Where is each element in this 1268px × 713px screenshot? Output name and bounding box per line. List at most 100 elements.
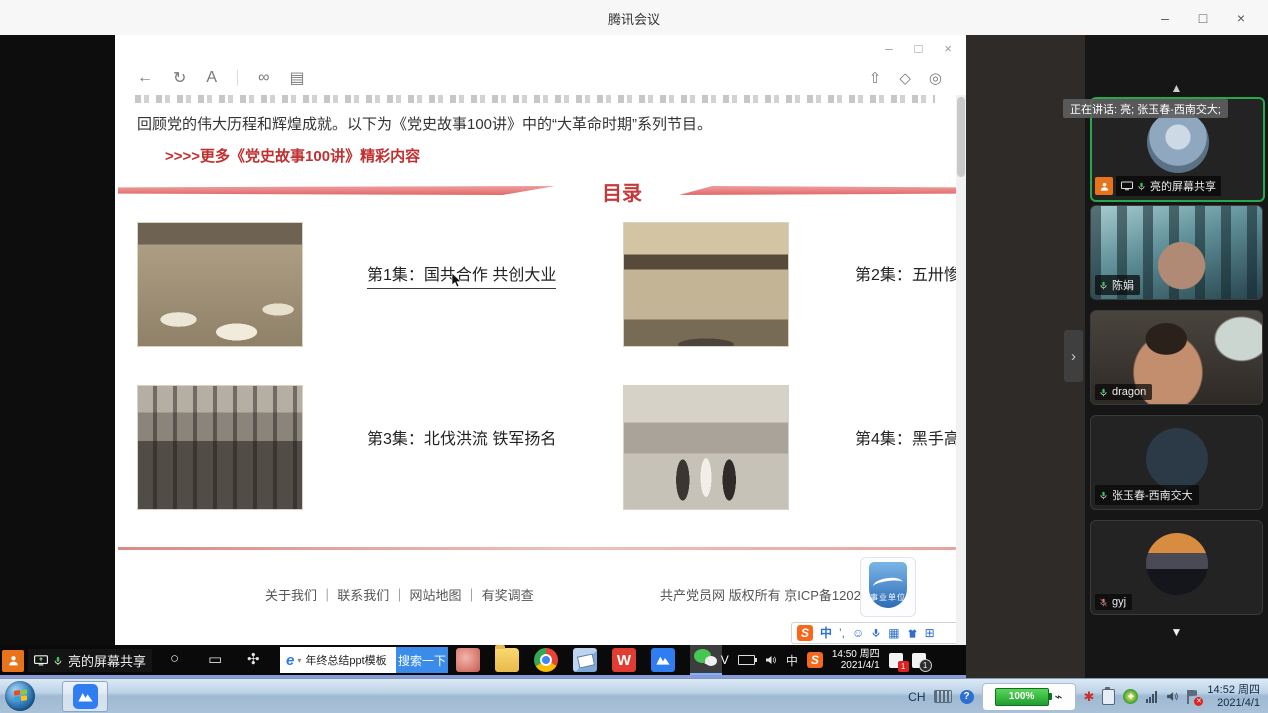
- volume-icon[interactable]: [1165, 690, 1179, 703]
- browser-close-button[interactable]: ×: [944, 41, 952, 56]
- shared-clock[interactable]: 14:50 周四 2021/4/1: [832, 649, 880, 671]
- thunder-icon[interactable]: V: [721, 653, 729, 667]
- message-doc-icon[interactable]: 1: [912, 653, 926, 668]
- avatar: [1147, 111, 1209, 173]
- refresh-icon[interactable]: ↻: [173, 68, 186, 88]
- punctuation-icon[interactable]: ’,: [839, 627, 845, 639]
- system-tray: CH ? 100% ⌁ ✱ + ✕ 14:52 周四 2021/4/1: [908, 679, 1264, 713]
- bluetooth-tray-icon[interactable]: ✱: [1084, 689, 1095, 705]
- toc-title: 目录: [602, 177, 662, 206]
- notification-doc-icon[interactable]: 1: [889, 653, 903, 668]
- scroll-up-arrow[interactable]: ▲: [1085, 81, 1268, 95]
- sogou-input-toolbar: S 中 ’, ☺ ▦ ⊞: [791, 622, 956, 644]
- taskbar-search-box[interactable]: e ▾ 年终总结ppt模板 搜索一下: [280, 647, 448, 673]
- mic-on-icon: [1137, 181, 1146, 192]
- sogou-tray-icon[interactable]: S: [807, 652, 823, 668]
- media-app-icon[interactable]: [456, 648, 480, 672]
- scroll-down-arrow[interactable]: ▼: [1085, 625, 1268, 639]
- participant-tile[interactable]: 陈娟: [1090, 205, 1263, 300]
- episode2-link[interactable]: 第2集：五卅惨案: [855, 261, 956, 285]
- scrollbar-thumb[interactable]: [957, 97, 965, 177]
- start-button[interactable]: [5, 681, 35, 711]
- save-icon[interactable]: ▤: [289, 68, 304, 88]
- action-center-flag-icon[interactable]: ✕: [1187, 690, 1199, 704]
- tencent-meeting-icon: [73, 684, 98, 709]
- clipboard-tray-icon[interactable]: [1102, 689, 1115, 705]
- cortana-icon[interactable]: ○: [170, 650, 179, 667]
- episode2-thumbnail[interactable]: [623, 222, 789, 347]
- avatar: [1146, 428, 1208, 490]
- keyboard-icon[interactable]: [934, 690, 952, 703]
- episode4-thumbnail[interactable]: [623, 385, 789, 510]
- share-page-icon[interactable]: ⇧: [869, 69, 882, 87]
- browser-restore-button[interactable]: □: [915, 41, 923, 56]
- back-icon[interactable]: ←: [137, 69, 153, 87]
- file-explorer-icon[interactable]: [495, 648, 519, 672]
- shared-screen-taskbar: 亮的屏幕共享 ○ ▭ ✣ e ▾ 年终总结ppt模板 搜索一下 W: [0, 645, 966, 678]
- toolbox-icon[interactable]: ⊞: [925, 627, 935, 639]
- language-indicator[interactable]: CH: [908, 690, 925, 704]
- windows-taskbar: CH ? 100% ⌁ ✱ + ✕ 14:52 周四 2021/4/1: [0, 678, 1268, 713]
- target-icon[interactable]: ◎: [929, 69, 942, 87]
- power-plug-icon: ⌁: [1055, 689, 1063, 705]
- episode4-link[interactable]: 第4集：黑手高悬: [855, 425, 956, 449]
- shield-icon: 事业单位: [869, 562, 907, 608]
- wps-icon[interactable]: W: [612, 648, 636, 672]
- link-icon[interactable]: ∞: [258, 69, 269, 87]
- battery-level: 100%: [995, 688, 1049, 706]
- more-content-link[interactable]: >>>>更多《党史故事100讲》精彩内容: [165, 145, 420, 166]
- sidebar-collapse-button[interactable]: ›: [1064, 330, 1083, 382]
- taskbar-clock[interactable]: 14:52 周四 2021/4/1: [1207, 684, 1264, 710]
- sogou-logo-icon[interactable]: S: [797, 625, 813, 641]
- footer-links[interactable]: 关于我们 ｜ 联系我们 ｜ 网站地图 ｜ 有奖调查: [265, 585, 534, 604]
- updater-tray-icon[interactable]: +: [1123, 689, 1138, 704]
- chinese-mode-icon[interactable]: 中: [820, 627, 832, 639]
- participant-name: 陈娟: [1112, 277, 1134, 293]
- tray-chevron-up-icon[interactable]: ∧: [703, 653, 712, 667]
- institution-badge[interactable]: 事业单位: [860, 557, 916, 617]
- taskbar-app-icons: W: [456, 648, 722, 672]
- avatar: [1146, 533, 1208, 595]
- tray-volume-icon[interactable]: [764, 654, 777, 666]
- shared-screen-stage: – □ × ← ↻ A ∞ ▤ ⇧ ◇ ◎: [0, 35, 1268, 678]
- screen-share-icon: [1121, 181, 1133, 191]
- battery-widget[interactable]: 100% ⌁: [982, 683, 1076, 711]
- page-scrollbar[interactable]: [956, 95, 966, 645]
- episode3-thumbnail[interactable]: [137, 385, 303, 510]
- participant-tile[interactable]: 张玉春-西南交大: [1090, 415, 1263, 510]
- maximize-button[interactable]: □: [1184, 10, 1222, 26]
- participant-name: 亮的屏幕共享: [1150, 178, 1216, 194]
- tencent-meeting-taskbar-button[interactable]: [62, 681, 108, 712]
- window-controls: – □ ×: [1146, 0, 1260, 35]
- share-overlay-label: 亮的屏幕共享: [68, 651, 146, 670]
- tencent-meeting-icon[interactable]: [651, 648, 675, 672]
- input-language-icon[interactable]: 中: [786, 652, 798, 669]
- episode1-thumbnail[interactable]: [137, 222, 303, 347]
- skin-icon[interactable]: [907, 628, 918, 639]
- shared-browser-window: – □ × ← ↻ A ∞ ▤ ⇧ ◇ ◎: [115, 35, 966, 645]
- font-size-icon[interactable]: A: [206, 69, 217, 87]
- person-icon: [1095, 177, 1113, 195]
- participant-tile[interactable]: gyj: [1090, 520, 1263, 615]
- toc-ribbon-left: [118, 186, 555, 195]
- episode3-link[interactable]: 第3集：北伐洪流 铁军扬名: [367, 425, 556, 449]
- emoji-icon[interactable]: ☺: [852, 627, 864, 639]
- search-input[interactable]: 年终总结ppt模板: [301, 652, 396, 668]
- search-button[interactable]: 搜索一下: [396, 647, 448, 673]
- footer-divider: [118, 547, 956, 550]
- participant-tile[interactable]: dragon: [1090, 310, 1263, 405]
- app-icon[interactable]: ◇: [899, 69, 911, 87]
- browser-minimize-button[interactable]: –: [885, 41, 892, 56]
- help-icon[interactable]: ?: [960, 690, 974, 704]
- tray-battery-icon[interactable]: [738, 655, 755, 665]
- voice-input-icon[interactable]: [871, 627, 881, 639]
- close-button[interactable]: ×: [1222, 10, 1260, 26]
- soft-keyboard-icon[interactable]: ▦: [888, 627, 899, 639]
- screenshot-app-icon[interactable]: [573, 648, 597, 672]
- task-view-icon[interactable]: ▭: [208, 650, 222, 668]
- minimize-button[interactable]: –: [1146, 10, 1184, 26]
- pinwheel-icon[interactable]: ✣: [247, 650, 260, 668]
- network-signal-icon[interactable]: [1146, 691, 1157, 703]
- ie-icon: e: [280, 652, 297, 669]
- chrome-icon[interactable]: [534, 648, 558, 672]
